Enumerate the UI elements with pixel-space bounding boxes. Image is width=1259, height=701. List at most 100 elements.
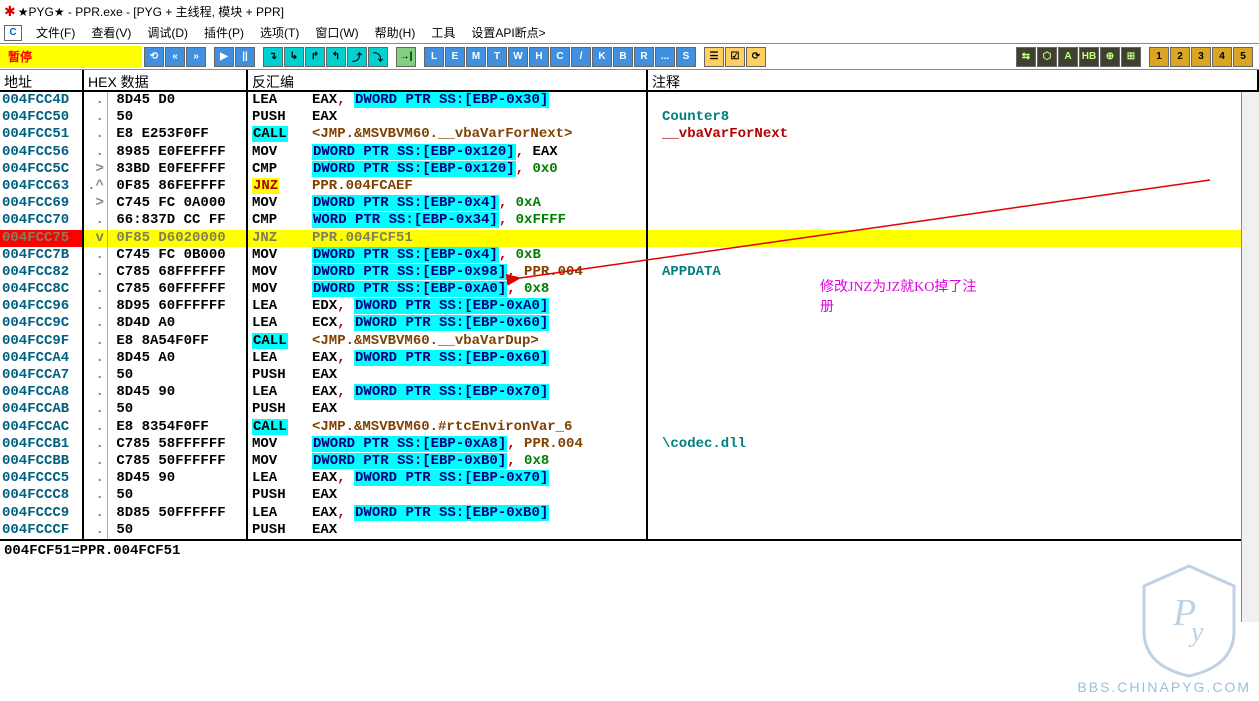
header-address[interactable]: 地址 — [0, 70, 84, 90]
toolbar-button[interactable]: 1 — [1149, 47, 1169, 67]
toolbar-button[interactable]: ⟳ — [746, 47, 766, 67]
code-row[interactable]: 004FCCAB . 50PUSHEAX — [0, 401, 1259, 418]
toolbar-button[interactable]: R — [634, 47, 654, 67]
status-paused: 暂停 — [0, 46, 142, 68]
menu-item[interactable]: 查看(V) — [83, 24, 139, 42]
toolbar-button[interactable]: ☑ — [725, 47, 745, 67]
toolbar-button[interactable]: ... — [655, 47, 675, 67]
code-row[interactable]: 004FCC56 . 8985 E0FEFFFFMOVDWORD PTR SS:… — [0, 144, 1259, 161]
toolbar-button[interactable]: ⊕ — [1100, 47, 1120, 67]
menu-item[interactable]: 窗口(W) — [307, 24, 366, 42]
toolbar-button[interactable]: A — [1058, 47, 1078, 67]
code-row[interactable]: 004FCC9C . 8D4D A0LEAECX, DWORD PTR SS:[… — [0, 315, 1259, 332]
toolbar-button[interactable]: ▶ — [214, 47, 234, 67]
menu-item[interactable]: 工具 — [423, 24, 463, 42]
code-row[interactable]: 004FCCBB . C785 50FFFFFFMOVDWORD PTR SS:… — [0, 453, 1259, 470]
code-row[interactable]: 004FCC9F . E8 8A54F0FFCALL<JMP.&MSVBVM60… — [0, 333, 1259, 350]
header-hex[interactable]: HEX 数据 — [84, 70, 248, 90]
toolbar-button[interactable]: W — [508, 47, 528, 67]
toolbar-button[interactable]: 5 — [1233, 47, 1253, 67]
toolbar-button[interactable]: ⤴ — [347, 47, 367, 67]
code-row[interactable]: 004FCC7B . C745 FC 0B000MOVDWORD PTR SS:… — [0, 247, 1259, 264]
toolbar-button[interactable]: ↳ — [284, 47, 304, 67]
toolbar-button[interactable]: ⊞ — [1121, 47, 1141, 67]
header-disasm[interactable]: 反汇编 — [248, 70, 648, 90]
code-row[interactable]: 004FCC70 . 66:837D CC FFCMPWORD PTR SS:[… — [0, 212, 1259, 229]
toolbar-button[interactable]: ↱ — [305, 47, 325, 67]
toolbar-button[interactable]: / — [571, 47, 591, 67]
toolbar-button[interactable]: 3 — [1191, 47, 1211, 67]
mnemonic-cell: CALL — [248, 333, 312, 350]
toolbar-button[interactable]: » — [186, 47, 206, 67]
toolbar-button[interactable]: HB — [1079, 47, 1099, 67]
marker-cell: .^ — [84, 178, 108, 195]
code-row[interactable]: 004FCC8C . C785 60FFFFFFMOVDWORD PTR SS:… — [0, 281, 1259, 298]
mnemonic-cell: CMP — [248, 161, 312, 178]
operands-cell: EAX, DWORD PTR SS:[EBP-0x30] — [312, 92, 648, 109]
menu-item[interactable]: 设置API断点> — [463, 24, 553, 42]
header-comment[interactable]: 注释 — [648, 70, 1259, 90]
comment-cell — [648, 367, 1259, 384]
toolbar-button[interactable]: K — [592, 47, 612, 67]
toolbar-button[interactable]: ⬡ — [1037, 47, 1057, 67]
comment-cell — [648, 384, 1259, 401]
address-cell: 004FCCC9 — [0, 505, 84, 522]
toolbar-button[interactable]: S — [676, 47, 696, 67]
code-row[interactable]: 004FCCA8 . 8D45 90LEAEAX, DWORD PTR SS:[… — [0, 384, 1259, 401]
toolbar-button[interactable]: H — [529, 47, 549, 67]
toolbar-button[interactable]: ⟲ — [144, 47, 164, 67]
operands-cell: DWORD PTR SS:[EBP-0xA0], 0x8 — [312, 281, 648, 298]
toolbar-button[interactable]: L — [424, 47, 444, 67]
code-row[interactable]: 004FCC69 > C745 FC 0A000MOVDWORD PTR SS:… — [0, 195, 1259, 212]
code-row[interactable]: 004FCCB1 . C785 58FFFFFFMOVDWORD PTR SS:… — [0, 436, 1259, 453]
toolbar: 暂停 ⟲«» ▶|| ↴↳↱↰⤴⤵ →| LEMTWHC/KBR...S ☰☑⟳… — [0, 44, 1259, 70]
address-cell: 004FCC82 — [0, 264, 84, 281]
toolbar-button[interactable]: « — [165, 47, 185, 67]
code-row[interactable]: 004FCC51 . E8 E253F0FFCALL<JMP.&MSVBVM60… — [0, 126, 1259, 143]
hex-cell: 0F85 86FEFFFF — [108, 178, 248, 195]
toolbar-button[interactable]: ↴ — [263, 47, 283, 67]
cpu-icon[interactable]: C — [4, 25, 22, 41]
code-row[interactable]: 004FCCCF . 50PUSHEAX — [0, 522, 1259, 539]
comment-cell — [648, 247, 1259, 264]
code-row[interactable]: 004FCCC8 . 50PUSHEAX — [0, 487, 1259, 504]
code-row[interactable]: 004FCC82 . C785 68FFFFFFMOVDWORD PTR SS:… — [0, 264, 1259, 281]
toolbar-button[interactable]: →| — [396, 47, 416, 67]
mnemonic-cell: LEA — [248, 505, 312, 522]
toolbar-button[interactable]: T — [487, 47, 507, 67]
vertical-scrollbar[interactable] — [1241, 92, 1259, 622]
toolbar-button[interactable]: B — [613, 47, 633, 67]
svg-text:y: y — [1188, 617, 1204, 648]
toolbar-button[interactable]: M — [466, 47, 486, 67]
toolbar-button[interactable]: E — [445, 47, 465, 67]
toolbar-button[interactable]: ⤵ — [368, 47, 388, 67]
menu-item[interactable]: 帮助(H) — [367, 24, 424, 42]
disassembly-pane[interactable]: 004FCC4D . 8D45 D0LEAEAX, DWORD PTR SS:[… — [0, 92, 1259, 539]
code-row[interactable]: 004FCCAC . E8 8354F0FFCALL<JMP.&MSVBVM60… — [0, 419, 1259, 436]
toolbar-button[interactable]: C — [550, 47, 570, 67]
code-row[interactable]: 004FCCC9 . 8D85 50FFFFFFLEAEAX, DWORD PT… — [0, 505, 1259, 522]
code-row[interactable]: 004FCC5C > 83BD E0FEFFFFCMPDWORD PTR SS:… — [0, 161, 1259, 178]
comment-cell — [648, 298, 1259, 315]
menu-item[interactable]: 选项(T) — [252, 24, 307, 42]
toolbar-button[interactable]: || — [235, 47, 255, 67]
toolbar-button[interactable]: ☰ — [704, 47, 724, 67]
menu-item[interactable]: 文件(F) — [28, 24, 83, 42]
code-row[interactable]: 004FCC50 . 50PUSHEAXCounter8 — [0, 109, 1259, 126]
comment-cell: Counter8 — [648, 109, 1259, 126]
toolbar-button[interactable]: 2 — [1170, 47, 1190, 67]
code-row[interactable]: 004FCC4D . 8D45 D0LEAEAX, DWORD PTR SS:[… — [0, 92, 1259, 109]
toolbar-button[interactable]: 4 — [1212, 47, 1232, 67]
menu-item[interactable]: 插件(P) — [196, 24, 252, 42]
code-row[interactable]: 004FCCC5 . 8D45 90LEAEAX, DWORD PTR SS:[… — [0, 470, 1259, 487]
code-row[interactable]: 004FCC75 v 0F85 D6020000JNZPPR.004FCF51 — [0, 230, 1259, 247]
address-cell: 004FCC70 — [0, 212, 84, 229]
code-row[interactable]: 004FCC96 . 8D95 60FFFFFFLEAEDX, DWORD PT… — [0, 298, 1259, 315]
code-row[interactable]: 004FCCA4 . 8D45 A0LEAEAX, DWORD PTR SS:[… — [0, 350, 1259, 367]
code-row[interactable]: 004FCCA7 . 50PUSHEAX — [0, 367, 1259, 384]
toolbar-button[interactable]: ↰ — [326, 47, 346, 67]
marker-cell: > — [84, 195, 108, 212]
toolbar-button[interactable]: ⇆ — [1016, 47, 1036, 67]
code-row[interactable]: 004FCC63.^ 0F85 86FEFFFFJNZPPR.004FCAEF — [0, 178, 1259, 195]
menu-item[interactable]: 调试(D) — [139, 24, 196, 42]
